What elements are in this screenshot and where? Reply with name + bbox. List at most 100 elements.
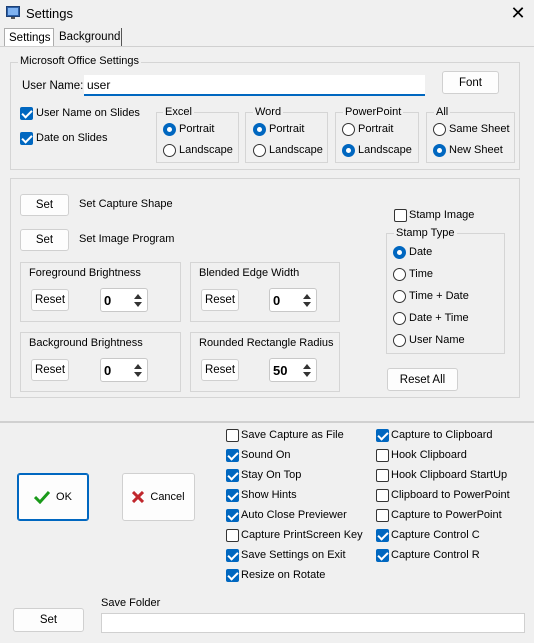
spin-down-icon[interactable] — [303, 372, 311, 377]
stamp-type-label: Stamp Type — [394, 227, 457, 239]
show-hints-checkbox[interactable] — [226, 489, 239, 502]
spin-down-icon[interactable] — [134, 302, 142, 307]
spin-down-icon[interactable] — [303, 302, 311, 307]
set-capture-shape-label: Set Capture Shape — [79, 198, 173, 210]
reset-all-button[interactable]: Reset All — [387, 368, 458, 391]
excel-landscape-radio[interactable] — [163, 144, 176, 157]
excel-portrait-radio[interactable] — [163, 123, 176, 136]
powerpoint-portrait-label: Portrait — [358, 123, 394, 135]
app-icon — [6, 6, 20, 19]
title-bar: Settings ✕ — [0, 0, 534, 28]
user-name-on-slides-checkbox[interactable] — [20, 107, 33, 120]
stamp-type-time-label: Time — [409, 268, 434, 280]
capture-to-clipboard-checkbox[interactable] — [376, 429, 389, 442]
blended-edge-width-reset-button[interactable]: Reset — [201, 289, 239, 311]
auto-close-previewer-checkbox[interactable] — [226, 509, 239, 522]
word-portrait-radio[interactable] — [253, 123, 266, 136]
cancel-x-icon — [132, 491, 145, 503]
user-name-label: User Name: — [22, 80, 84, 92]
foreground-brightness-spinner[interactable]: 0 — [100, 288, 148, 312]
spin-up-icon[interactable] — [134, 364, 142, 369]
stamp-type-date-time-radio[interactable] — [393, 312, 406, 325]
capture-control-r-checkbox[interactable] — [376, 549, 389, 562]
background-brightness-reset-button[interactable]: Reset — [31, 359, 69, 381]
rounded-rectangle-radius-spinner[interactable]: 50 — [269, 358, 317, 382]
foreground-brightness-value: 0 — [104, 293, 112, 308]
capture-printscreen-key-checkbox[interactable] — [226, 529, 239, 542]
spin-up-icon[interactable] — [303, 364, 311, 369]
font-button[interactable]: Font — [442, 71, 499, 94]
save-folder-set-button[interactable]: Set — [13, 608, 84, 632]
ok-button[interactable]: OK — [17, 473, 89, 521]
save-settings-on-exit-label: Save Settings on Exit — [241, 549, 346, 561]
stamp-type-date-label: Date — [409, 246, 433, 258]
capture-control-r-label: Capture Control R — [391, 549, 480, 561]
background-brightness-value: 0 — [104, 363, 112, 378]
foreground-brightness-reset-button[interactable]: Reset — [31, 289, 69, 311]
sound-on-label: Sound On — [241, 449, 291, 461]
powerpoint-label: PowerPoint — [343, 106, 404, 118]
rounded-rectangle-radius-reset-button[interactable]: Reset — [201, 359, 239, 381]
blended-edge-width-label: Blended Edge Width — [199, 267, 300, 279]
capture-control-c-checkbox[interactable] — [376, 529, 389, 542]
spin-up-icon[interactable] — [134, 294, 142, 299]
capture-to-powerpoint-label: Capture to PowerPoint — [391, 509, 502, 521]
hook-clipboard-label: Hook Clipboard — [391, 449, 467, 461]
stamp-type-time-date-label: Time + Date — [409, 290, 469, 302]
word-label: Word — [253, 106, 284, 118]
hook-clipboard-startup-checkbox[interactable] — [376, 469, 389, 482]
stamp-type-user-name-label: User Name — [409, 334, 465, 346]
sound-on-checkbox[interactable] — [226, 449, 239, 462]
stamp-type-date-radio[interactable] — [393, 246, 406, 259]
capture-control-c-label: Capture Control C — [391, 529, 480, 541]
date-on-slides-checkbox[interactable] — [20, 132, 33, 145]
powerpoint-landscape-radio[interactable] — [342, 144, 355, 157]
save-capture-as-file-checkbox[interactable] — [226, 429, 239, 442]
set-capture-shape-button[interactable]: Set — [20, 194, 69, 216]
stamp-type-time-radio[interactable] — [393, 268, 406, 281]
capture-to-powerpoint-checkbox[interactable] — [376, 509, 389, 522]
blended-edge-width-spinner[interactable]: 0 — [269, 288, 317, 312]
user-name-input[interactable] — [84, 75, 425, 96]
stamp-image-checkbox[interactable] — [394, 209, 407, 222]
all-same-sheet-radio[interactable] — [433, 123, 446, 136]
save-folder-input[interactable] — [101, 613, 525, 633]
user-name-on-slides-label: User Name on Slides — [36, 107, 140, 119]
save-folder-label: Save Folder — [101, 597, 161, 609]
checkmark-icon — [34, 490, 51, 504]
all-label: All — [434, 106, 451, 118]
hook-clipboard-startup-label: Hook Clipboard StartUp — [391, 469, 508, 481]
spin-up-icon[interactable] — [303, 294, 311, 299]
set-image-program-button[interactable]: Set — [20, 229, 69, 251]
clipboard-to-powerpoint-label: Clipboard to PowerPoint — [391, 489, 510, 501]
save-settings-on-exit-checkbox[interactable] — [226, 549, 239, 562]
excel-landscape-label: Landscape — [179, 144, 233, 156]
hook-clipboard-checkbox[interactable] — [376, 449, 389, 462]
word-landscape-radio[interactable] — [253, 144, 266, 157]
close-icon[interactable]: ✕ — [507, 3, 529, 25]
background-brightness-label: Background Brightness — [29, 337, 143, 349]
clipboard-to-powerpoint-checkbox[interactable] — [376, 489, 389, 502]
rounded-rectangle-radius-value: 50 — [273, 363, 288, 378]
cancel-button[interactable]: Cancel — [122, 473, 195, 521]
all-same-sheet-label: Same Sheet — [449, 123, 510, 135]
stamp-type-time-date-radio[interactable] — [393, 290, 406, 303]
spin-down-icon[interactable] — [134, 372, 142, 377]
stay-on-top-checkbox[interactable] — [226, 469, 239, 482]
all-new-sheet-radio[interactable] — [433, 144, 446, 157]
auto-close-previewer-label: Auto Close Previewer — [241, 509, 347, 521]
tab-settings[interactable]: Settings — [4, 28, 54, 47]
excel-portrait-label: Portrait — [179, 123, 215, 135]
show-hints-label: Show Hints — [241, 489, 297, 501]
office-settings-label: Microsoft Office Settings — [18, 55, 142, 67]
date-on-slides-label: Date on Slides — [36, 132, 108, 144]
cancel-label: Cancel — [150, 491, 185, 503]
resize-on-rotate-checkbox[interactable] — [226, 569, 239, 582]
powerpoint-landscape-label: Landscape — [358, 144, 412, 156]
stamp-type-user-name-radio[interactable] — [393, 334, 406, 347]
powerpoint-portrait-radio[interactable] — [342, 123, 355, 136]
tab-background[interactable]: Background — [55, 28, 122, 47]
window-title: Settings — [26, 6, 73, 21]
ok-label: OK — [56, 491, 72, 503]
background-brightness-spinner[interactable]: 0 — [100, 358, 148, 382]
